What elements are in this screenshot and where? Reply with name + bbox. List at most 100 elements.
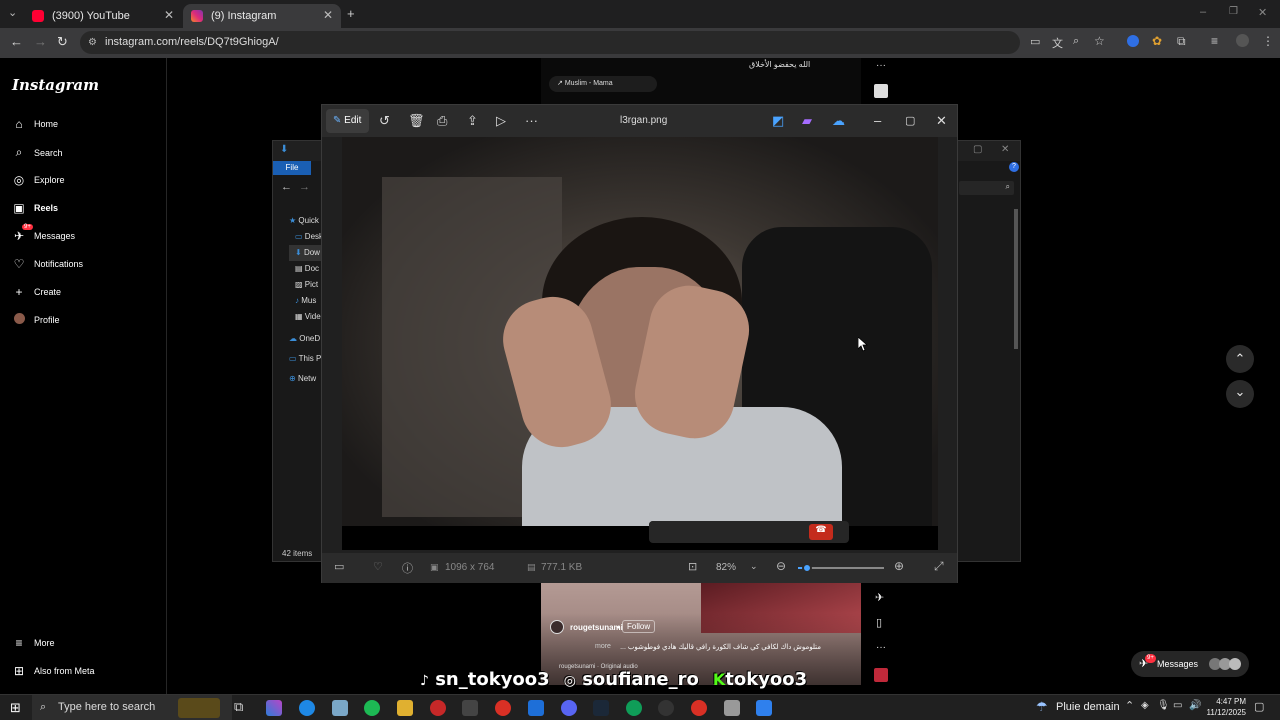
tab-list-icon[interactable]: ⌄ [8, 6, 17, 19]
zoom-icon[interactable]: ⌕ [1073, 35, 1079, 48]
extension-icon[interactable]: ✿ [1152, 34, 1162, 48]
notifications-icon[interactable]: ▢ [1254, 700, 1264, 713]
file-explorer-icon[interactable] [397, 700, 413, 716]
windows-start-icon[interactable]: ⊞ [10, 700, 21, 716]
maximize-icon[interactable]: ▢ [973, 144, 982, 155]
clock[interactable]: 4:47 PM 11/12/2025 [1202, 695, 1246, 720]
nav-videos[interactable]: ▦ Vide [289, 309, 323, 325]
edit-button[interactable]: ✎ Edit [326, 109, 369, 133]
more-options-icon[interactable]: ··· [876, 60, 886, 71]
scrollbar[interactable] [1014, 209, 1018, 349]
fit-screen-icon[interactable]: ⊡ [688, 560, 697, 573]
app-icon[interactable] [430, 700, 446, 716]
zoom-slider-thumb[interactable] [801, 563, 812, 573]
menu-list-icon[interactable]: ≡ [1211, 34, 1218, 48]
chrome-icon[interactable] [691, 700, 707, 716]
obs-icon[interactable] [658, 700, 674, 716]
next-reel-button[interactable]: ⌄ [1226, 380, 1254, 408]
reload-icon[interactable]: ↻ [57, 34, 68, 50]
app-icon[interactable] [332, 700, 348, 716]
nav-search[interactable]: ⌕ Search [12, 145, 63, 160]
extension-icon[interactable] [1127, 35, 1139, 47]
nav-create[interactable]: + Create [12, 285, 61, 299]
minimize-icon[interactable]: – [1200, 6, 1206, 18]
nav-profile[interactable]: Profile [12, 313, 60, 327]
chrome-icon[interactable] [495, 700, 511, 716]
onedrive-icon[interactable]: ☁ [832, 113, 845, 129]
tab-youtube[interactable]: (3900) YouTube ✕ [24, 4, 182, 28]
extensions-puzzle-icon[interactable]: ⧉ [1177, 34, 1186, 49]
nav-notifications[interactable]: ♡ Notifications [12, 257, 83, 271]
filmstrip-icon[interactable]: ▭ [334, 560, 344, 573]
fullscreen-icon[interactable]: ⤢ [934, 559, 944, 574]
close-window-icon[interactable]: ✕ [1258, 6, 1267, 19]
nav-home[interactable]: ⌂ Home [12, 117, 58, 131]
microsoft-store-icon[interactable] [462, 700, 478, 716]
minimize-icon[interactable]: – [874, 113, 881, 128]
more-options-icon[interactable]: ··· [876, 642, 886, 653]
nav-desktop[interactable]: ▭ Desk [289, 229, 323, 245]
explorer-file-tab[interactable]: File [273, 161, 311, 175]
back-icon[interactable]: ← [281, 181, 292, 193]
zoom-slider[interactable] [798, 563, 884, 573]
audio-thumbnail[interactable] [874, 84, 888, 98]
clipchamp-icon[interactable]: ▰ [802, 113, 812, 129]
tab-instagram[interactable]: (9) Instagram ✕ [183, 4, 341, 28]
weather-icon[interactable]: ☂ [1036, 699, 1048, 715]
task-view-icon[interactable]: ⧉ [234, 699, 243, 715]
nav-explore[interactable]: ◎ Explore [12, 173, 65, 187]
instagram-logo[interactable]: Instagram [12, 76, 99, 94]
share-icon[interactable]: ⇪ [467, 113, 478, 129]
translate-icon[interactable]: 文 [1052, 35, 1063, 51]
chevron-up-icon[interactable]: ⌃ [1125, 699, 1134, 712]
author-avatar[interactable] [550, 620, 564, 634]
weather-text[interactable]: Pluie demain [1056, 701, 1120, 713]
help-icon[interactable]: ? [1009, 162, 1019, 172]
save-bookmark-icon[interactable]: ▯ [876, 616, 882, 629]
app-icon[interactable] [724, 700, 740, 716]
close-icon[interactable]: ✕ [1001, 144, 1009, 155]
nav-quick-access[interactable]: ★ Quick [289, 213, 323, 229]
spotify-icon[interactable] [364, 700, 380, 716]
maximize-icon[interactable]: ▢ [905, 114, 915, 127]
url-input[interactable]: ⚙ instagram.com/reels/DQ7t9GhiogA/ [80, 31, 1020, 54]
music-tag[interactable]: ↗ Muslim - Mama [549, 76, 657, 92]
designer-icon[interactable]: ◩ [772, 113, 784, 129]
nav-more[interactable]: ≡ More [12, 636, 54, 650]
zoom-select[interactable]: 82% ⌄ [708, 558, 764, 578]
forward-icon[interactable]: → [34, 34, 47, 49]
rotate-icon[interactable]: ↺ [379, 113, 390, 129]
photos-icon[interactable] [756, 700, 772, 716]
more-vert-icon[interactable]: ⋮ [1262, 34, 1274, 48]
more-options-icon[interactable]: ··· [525, 113, 538, 128]
slideshow-icon[interactable]: ▷ [496, 113, 506, 129]
nav-downloads[interactable]: ⬇ Dow [289, 245, 324, 261]
close-icon[interactable]: ✕ [936, 113, 947, 129]
zoom-out-icon[interactable]: ⊖ [776, 559, 786, 573]
messages-button[interactable]: ✈ 9+ Messages [1131, 651, 1249, 677]
site-info-icon[interactable]: ⚙ [88, 31, 97, 54]
outlook-icon[interactable] [528, 700, 544, 716]
forward-icon[interactable]: → [299, 181, 310, 193]
app-icon[interactable] [626, 700, 642, 716]
nav-network[interactable]: ⊕ Netw [289, 371, 323, 387]
close-tab-icon[interactable]: ✕ [323, 8, 333, 22]
more-link[interactable]: more [595, 643, 611, 650]
nav-pictures[interactable]: ▨ Pict [289, 277, 323, 293]
print-icon[interactable]: ⎙ [437, 113, 447, 129]
nav-this-pc[interactable]: ▭ This P [289, 351, 323, 367]
steam-icon[interactable] [593, 700, 609, 716]
nav-music[interactable]: ♪ Mus [289, 293, 323, 309]
close-tab-icon[interactable]: ✕ [164, 8, 174, 22]
avatar[interactable] [1236, 34, 1249, 47]
zoom-in-icon[interactable]: ⊕ [894, 559, 904, 573]
info-icon[interactable]: ⓘ [402, 560, 413, 576]
nav-documents[interactable]: ▤ Doc [289, 261, 323, 277]
share-icon[interactable]: ✈ [875, 591, 884, 604]
previous-reel-button[interactable]: ⌃ [1226, 345, 1254, 373]
copilot-icon[interactable] [266, 700, 282, 716]
follow-button[interactable]: Follow [622, 620, 656, 633]
discord-icon[interactable] [561, 700, 577, 716]
favorite-icon[interactable]: ♡ [373, 560, 383, 573]
explorer-search-input[interactable]: ⌕ [959, 181, 1014, 195]
